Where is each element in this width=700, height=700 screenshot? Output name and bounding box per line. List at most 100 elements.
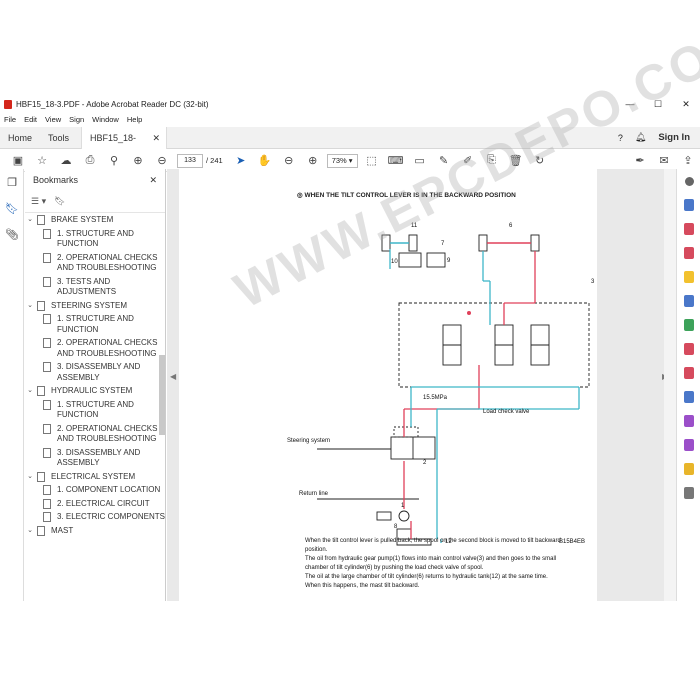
- label-11: 11: [411, 223, 418, 229]
- menu-window[interactable]: Window: [92, 115, 119, 124]
- bookmark-label: 2. ELECTRICAL CIRCUIT: [57, 498, 150, 508]
- cylinder-body: [530, 234, 540, 252]
- label-9: 9: [447, 258, 451, 264]
- more-tools-icon[interactable]: [677, 481, 700, 505]
- bookmark-section[interactable]: ⌄ BRAKE SYSTEM: [25, 215, 165, 226]
- page-thumbnails-icon[interactable]: ❐: [0, 169, 24, 195]
- close-tab-icon[interactable]: ✕: [152, 127, 160, 149]
- menu-bar: File Edit View Sign Window Help: [0, 113, 700, 126]
- compress-pdf-icon[interactable]: [677, 337, 700, 361]
- chevron-down-icon[interactable]: ⌄: [25, 301, 35, 312]
- bookmark-subitem[interactable]: 3. DISASSEMBLY AND ASSEMBLY: [25, 447, 165, 469]
- bookmark-label: 3. TESTS AND ADJUSTMENTS: [57, 276, 117, 297]
- bookmark-icon: [37, 525, 45, 536]
- bookmark-options-icon[interactable]: ☰ ▾: [31, 196, 46, 207]
- maximize-button[interactable]: ☐: [644, 99, 672, 110]
- combine-files-icon[interactable]: [677, 289, 700, 313]
- bookmark-subitem[interactable]: 1. STRUCTURE AND FUNCTION: [25, 314, 165, 335]
- create-pdf-icon[interactable]: [677, 217, 700, 241]
- right-tools-rail: [676, 169, 700, 601]
- bookmark-icon: [43, 228, 51, 239]
- bookmark-label: 3. DISASSEMBLY AND ASSEMBLY: [57, 447, 141, 468]
- fill-sign-tool-icon[interactable]: [677, 409, 700, 433]
- label-pressure: 15.5MPa: [423, 395, 448, 401]
- bookmark-subitem[interactable]: 1. STRUCTURE AND FUNCTION: [25, 228, 165, 250]
- bookmark-subitem[interactable]: 2. OPERATIONAL CHECKS AND TROUBLESHOOTIN…: [25, 252, 165, 274]
- bookmark-subitem[interactable]: 3. ELECTRIC COMPONENTS: [25, 512, 165, 523]
- bookmark-label: 3. ELECTRIC COMPONENTS: [57, 512, 166, 521]
- page-number-input[interactable]: 133: [177, 153, 203, 168]
- chevron-down-icon[interactable]: ⌄: [25, 386, 35, 397]
- close-panel-icon[interactable]: ✕: [149, 175, 157, 186]
- document-scrollbar[interactable]: [664, 169, 676, 601]
- page-total: / 241: [206, 156, 223, 165]
- cylinder-body: [478, 234, 488, 252]
- bookmark-subitem[interactable]: 1. COMPONENT LOCATION: [25, 485, 165, 496]
- label-steering-system: Steering system: [287, 438, 330, 444]
- collapse-left-arrow-icon[interactable]: ◀: [170, 372, 176, 381]
- bookmark-label: 1. STRUCTURE AND FUNCTION: [57, 314, 134, 334]
- send-for-signature-icon[interactable]: [677, 433, 700, 457]
- bookmark-icon: [43, 447, 51, 458]
- title-bar: HBF15_18-3.PDF - Adobe Acrobat Reader DC…: [0, 96, 700, 113]
- notifications-icon[interactable]: 🔔︎: [635, 132, 646, 143]
- bookmark-subitem[interactable]: 2. ELECTRICAL CIRCUIT: [25, 498, 165, 510]
- comment-tool-icon[interactable]: [677, 265, 700, 289]
- redact-icon[interactable]: [677, 361, 700, 385]
- left-navigation-rail: ❐ 🔖︎ 📎︎: [0, 169, 24, 601]
- zoom-value: 73%: [331, 156, 347, 165]
- paragraph-4: When this happens, the mast tilt backwar…: [305, 583, 420, 589]
- send-track-icon[interactable]: [677, 457, 700, 481]
- document-viewer: ◎ WHEN THE TILT CONTROL LEVER IS IN THE …: [167, 169, 676, 601]
- bookmark-icon: [37, 300, 45, 311]
- bookmark-section[interactable]: ⌄ MAST: [25, 525, 165, 537]
- chevron-down-icon[interactable]: ⌄: [25, 215, 35, 226]
- add-bookmark-icon[interactable]: 🔖︎: [54, 196, 65, 207]
- bookmark-section[interactable]: ⌄ STEERING SYSTEM: [25, 300, 165, 312]
- bookmark-section[interactable]: ⌄ HYDRAULIC SYSTEM: [25, 386, 165, 397]
- sign-in-button[interactable]: Sign In: [658, 132, 690, 143]
- chevron-down-icon[interactable]: ⌄: [25, 472, 35, 483]
- bookmark-icon: [37, 215, 45, 225]
- blank-background: [0, 604, 700, 700]
- menu-file[interactable]: File: [4, 115, 16, 124]
- tab-home[interactable]: Home: [0, 127, 40, 149]
- zoom-select[interactable]: 73% ▾: [326, 153, 358, 168]
- bookmark-label: 2. OPERATIONAL CHECKS AND TROUBLESHOOTIN…: [57, 252, 158, 273]
- bookmark-label: 2. OPERATIONAL CHECKS AND TROUBLESHOOTIN…: [57, 338, 158, 358]
- bookmark-icon: [43, 338, 51, 348]
- bookmark-subitem[interactable]: 1. STRUCTURE AND FUNCTION: [25, 399, 165, 421]
- close-window-button[interactable]: ✕: [672, 99, 700, 110]
- bookmark-subitem[interactable]: 3. TESTS AND ADJUSTMENTS: [25, 276, 165, 298]
- help-icon[interactable]: ?: [618, 133, 623, 143]
- organize-pages-icon[interactable]: [677, 313, 700, 337]
- menu-view[interactable]: View: [45, 115, 61, 124]
- label-10: 10: [391, 259, 398, 265]
- bookmark-icon: [43, 399, 51, 410]
- tab-bar: Home Tools HBF15_18-3.PDF ✕ ? 🔔︎ Sign In: [0, 126, 700, 165]
- minimize-button[interactable]: —: [616, 99, 644, 110]
- bookmark-section[interactable]: ⌄ ELECTRICAL SYSTEM: [25, 471, 165, 483]
- export-pdf-icon[interactable]: [677, 193, 700, 217]
- bookmark-subitem[interactable]: 2. OPERATIONAL CHECKS AND TROUBLESHOOTIN…: [25, 423, 165, 445]
- bookmark-label: ELECTRICAL SYSTEM: [51, 471, 136, 481]
- menu-edit[interactable]: Edit: [24, 115, 37, 124]
- bookmark-subitem[interactable]: 2. OPERATIONAL CHECKS AND TROUBLESHOOTIN…: [25, 338, 165, 359]
- bookmark-subitem[interactable]: 3. DISASSEMBLY AND ASSEMBLY: [25, 362, 165, 383]
- hydraulic-circuit-diagram: 11 7 6 10 9 3 2 1 8 12 Steering system R…: [287, 223, 595, 546]
- menu-help[interactable]: Help: [127, 115, 142, 124]
- cylinder-body: [381, 234, 391, 252]
- bookmark-icon: [43, 276, 51, 287]
- chevron-down-icon[interactable]: ⌄: [25, 526, 35, 537]
- menu-sign[interactable]: Sign: [69, 115, 84, 124]
- label-load-check-valve: Load check valve: [483, 409, 530, 415]
- tab-document[interactable]: HBF15_18-3.PDF ✕: [81, 126, 168, 165]
- attachments-icon[interactable]: 📎︎: [0, 221, 24, 247]
- bookmarks-scrollbar[interactable]: [159, 355, 165, 435]
- bookmark-icon: [43, 423, 51, 434]
- edit-pdf-icon[interactable]: [677, 241, 700, 265]
- search-tool-icon[interactable]: [677, 169, 700, 193]
- protect-icon[interactable]: [677, 385, 700, 409]
- tab-tools[interactable]: Tools: [40, 127, 77, 149]
- bookmarks-panel-icon[interactable]: 🔖︎: [0, 195, 24, 221]
